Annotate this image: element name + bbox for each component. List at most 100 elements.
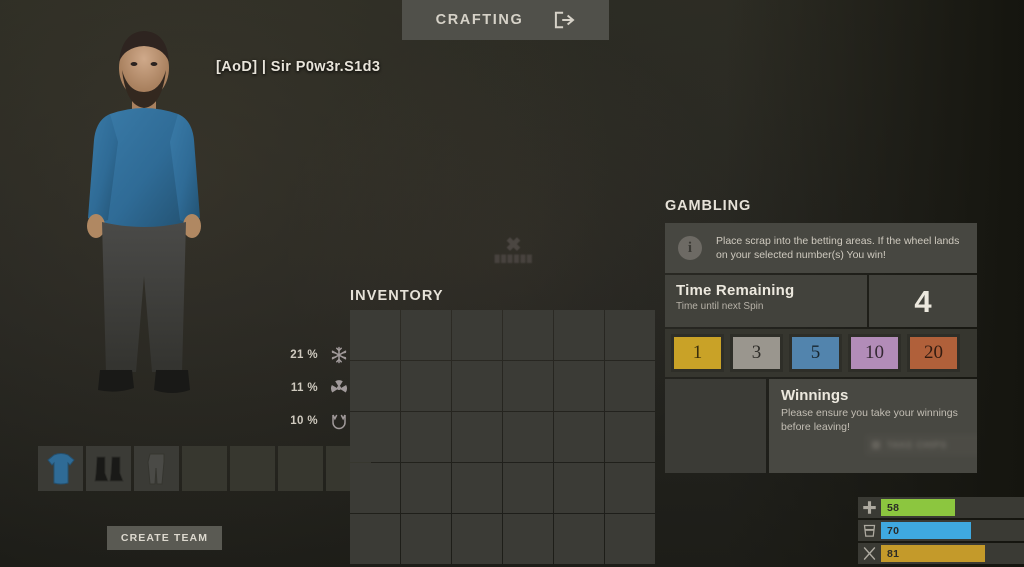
water-cup-icon [862, 523, 877, 538]
inventory-slot[interactable] [452, 412, 502, 462]
inventory-slot[interactable] [554, 361, 604, 411]
bet-tile-1[interactable]: 1 [671, 334, 724, 372]
inventory-slot[interactable] [605, 463, 655, 513]
inventory-slot[interactable] [605, 310, 655, 360]
bet-tile-3[interactable]: 3 [730, 334, 783, 372]
character-pane: [AoD] | Sir P0w3r.S1d3 [20, 4, 380, 464]
inventory-slot[interactable] [401, 514, 451, 564]
create-team-button[interactable]: CREATE TEAM [107, 526, 222, 550]
watermark-text: ██████ [494, 256, 534, 263]
gambling-info-banner: i Place scrap into the betting areas. If… [665, 223, 977, 273]
bet-tile-20[interactable]: 20 [907, 334, 960, 372]
protection-row-radiation: 11 % [268, 371, 348, 404]
winnings-empty-slot[interactable] [665, 379, 766, 473]
inventory-slot[interactable] [605, 514, 655, 564]
gambling-title: GAMBLING [665, 198, 752, 214]
inventory-slot[interactable] [503, 310, 553, 360]
inventory-slot[interactable] [350, 463, 400, 513]
inventory-slot[interactable] [452, 463, 502, 513]
food-utensils-icon [862, 546, 877, 561]
blue-shirt-icon [46, 452, 75, 484]
inventory-slot[interactable] [401, 361, 451, 411]
water-value: 70 [887, 524, 900, 537]
inventory-slot[interactable] [503, 361, 553, 411]
vital-row-water: 70 [858, 520, 1024, 541]
inventory-slot[interactable] [401, 310, 451, 360]
vital-row-health: 58 [858, 497, 1024, 518]
top-tab-bar: CRAFTING [402, 0, 609, 40]
protection-stats: 21 % 11 % 10 % [268, 338, 348, 437]
timer-info: Time Remaining Time until next Spin [665, 275, 867, 327]
radiation-protection-value: 11 % [290, 381, 318, 394]
vital-row-food: 81 [858, 543, 1024, 564]
inventory-slot[interactable] [503, 514, 553, 564]
food-value: 81 [887, 547, 900, 560]
inventory-slot[interactable] [401, 463, 451, 513]
bet-tile-10[interactable]: 10 [848, 334, 901, 372]
food-bar: 81 [881, 545, 985, 562]
winnings-subtitle: Please ensure you take your winnings bef… [781, 407, 958, 433]
inventory-slot[interactable] [452, 361, 502, 411]
tab-crafting[interactable]: CRAFTING [402, 0, 609, 40]
vitals-bars: 58 70 81 [858, 497, 1024, 566]
inventory-slot[interactable] [554, 412, 604, 462]
winnings-row: Winnings Please ensure you take your win… [665, 379, 977, 473]
bet-tile-number: 20 [924, 342, 943, 363]
timer-subtitle: Time until next Spin [676, 301, 764, 312]
gambling-info-text: Place scrap into the betting areas. If t… [716, 235, 960, 261]
protection-row-cold: 21 % [268, 338, 348, 371]
inventory-slot[interactable] [350, 514, 400, 564]
inventory-grid [350, 310, 660, 564]
info-icon: i [678, 236, 702, 260]
inventory-slot[interactable] [605, 412, 655, 462]
inventory-slot[interactable] [350, 310, 400, 360]
winnings-panel: Winnings Please ensure you take your win… [769, 379, 977, 473]
inventory-slot[interactable] [554, 310, 604, 360]
inventory-slot[interactable] [452, 310, 502, 360]
inventory-title: INVENTORY [350, 288, 444, 304]
inventory-slot[interactable] [350, 361, 400, 411]
timer-value: 4 [914, 283, 932, 319]
belt-slot-boots[interactable] [86, 446, 131, 491]
gambling-panel: GAMBLING i Place scrap into the betting … [665, 198, 977, 473]
inventory-slot[interactable] [554, 514, 604, 564]
player-name: [AoD] | Sir P0w3r.S1d3 [216, 59, 381, 75]
timer-title: Time Remaining [676, 282, 795, 299]
inventory-slot[interactable] [554, 463, 604, 513]
water-bar: 70 [881, 522, 971, 539]
take-winnings-button[interactable]: TAKE CHIPS [865, 434, 977, 456]
bite-protection-value: 10 % [290, 414, 318, 427]
belt-bar [38, 446, 371, 491]
belt-slot-empty-1[interactable] [182, 446, 227, 491]
exit-arrow-icon[interactable] [553, 11, 575, 29]
bet-tile-number: 3 [751, 342, 762, 363]
inventory-slot[interactable] [503, 412, 553, 462]
take-winnings-label: TAKE CHIPS [887, 440, 947, 450]
tab-crafting-label: CRAFTING [435, 12, 524, 28]
watermark-mark: ✖ [505, 235, 523, 256]
timer-value-box: 4 [869, 275, 977, 327]
character-model [87, 31, 201, 393]
belt-slot-shirt[interactable] [38, 446, 83, 491]
bet-tile-number: 1 [692, 342, 703, 363]
inventory-slot[interactable] [605, 361, 655, 411]
belt-slot-empty-2[interactable] [230, 446, 275, 491]
protection-row-bite: 10 % [268, 404, 348, 437]
grey-pants-icon [146, 453, 164, 484]
radiation-icon [330, 379, 348, 397]
inventory-slot[interactable] [503, 463, 553, 513]
inventory-slot[interactable] [401, 412, 451, 462]
belt-slot-empty-3[interactable] [278, 446, 323, 491]
take-winnings-icon [872, 441, 880, 449]
bet-tiles-row: 1 3 5 10 20 [665, 329, 977, 377]
bet-tile-5[interactable]: 5 [789, 334, 842, 372]
background-watermark: ✖ ██████ [478, 236, 550, 280]
health-value: 58 [887, 501, 900, 514]
inventory-slot[interactable] [452, 514, 502, 564]
bite-icon [330, 412, 348, 430]
health-cross-icon [862, 500, 877, 515]
inventory-slot[interactable] [350, 412, 400, 462]
belt-slot-pants[interactable] [134, 446, 179, 491]
create-team-label: CREATE TEAM [120, 532, 209, 544]
bet-tile-number: 10 [865, 342, 884, 363]
